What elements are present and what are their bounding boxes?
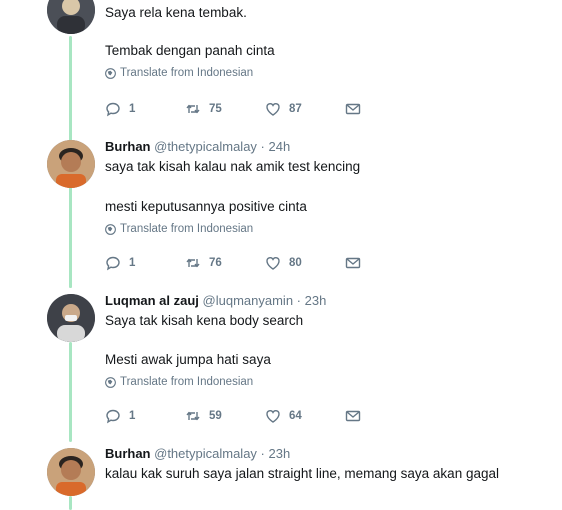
timestamp[interactable]: 23h: [269, 446, 291, 461]
like-count: 64: [289, 410, 302, 422]
timestamp[interactable]: 24h: [269, 139, 291, 154]
thread-line: [69, 342, 72, 442]
user-handle[interactable]: @thetypicalmalay: [154, 139, 257, 154]
tweet-actions: 1 59 64: [105, 408, 361, 424]
heart-icon: [266, 257, 280, 270]
avatar[interactable]: [47, 0, 95, 34]
thread-line: [69, 496, 72, 510]
separator: ·: [296, 293, 302, 308]
envelope-icon: [345, 257, 361, 269]
envelope-icon: [345, 410, 361, 422]
avatar[interactable]: [47, 294, 95, 342]
tweet: Luqman al zauj @luqmanyamin · 23h Saya t…: [105, 293, 552, 388]
reply-icon: [106, 102, 120, 117]
tweet-text: Mesti awak jumpa hati saya: [105, 352, 271, 367]
like-count: 87: [289, 103, 302, 115]
tweet: Burhan @thetypicalmalay · 23h kalau kak …: [105, 446, 552, 483]
direct-message-button[interactable]: [345, 255, 361, 271]
like-button[interactable]: 80: [265, 255, 345, 271]
tweet-header: Luqman al zauj @luqmanyamin · 23h: [105, 293, 552, 309]
retweet-icon: [186, 411, 200, 421]
like-button[interactable]: 87: [265, 101, 345, 117]
reply-button[interactable]: 1: [105, 408, 185, 424]
tweet-text: Tembak dengan panah cinta: [105, 43, 275, 58]
heart-icon: [266, 410, 280, 423]
retweet-icon: [186, 258, 200, 268]
retweet-button[interactable]: 76: [185, 255, 265, 271]
tweet-text: Saya rela kena tembak.: [105, 5, 247, 20]
tweet-header: Burhan @thetypicalmalay · 23h: [105, 446, 552, 462]
heart-icon: [266, 103, 280, 116]
retweet-count: 76: [209, 257, 222, 269]
retweet-count: 75: [209, 103, 222, 115]
translate-label: Translate from Indonesian: [120, 376, 254, 388]
translate-link[interactable]: Translate from Indonesian: [105, 67, 552, 79]
tweet-actions: 1 75 87: [105, 101, 361, 117]
reply-count: 1: [129, 257, 136, 269]
reply-count: 1: [129, 103, 136, 115]
avatar[interactable]: [47, 448, 95, 496]
reply-icon: [106, 409, 120, 424]
tweet-header: Burhan @thetypicalmalay · 24h: [105, 139, 552, 155]
like-button[interactable]: 64: [265, 408, 345, 424]
separator: ·: [260, 446, 265, 461]
translate-label: Translate from Indonesian: [120, 67, 254, 79]
timestamp[interactable]: 23h: [305, 293, 327, 308]
translate-link[interactable]: Translate from Indonesian: [105, 376, 552, 388]
reply-icon: [106, 256, 120, 271]
tweet-actions: 1 76 80: [105, 255, 361, 271]
separator: ·: [260, 139, 265, 154]
display-name[interactable]: Burhan: [105, 446, 151, 461]
reply-count: 1: [129, 410, 136, 422]
direct-message-button[interactable]: [345, 408, 361, 424]
avatar[interactable]: [47, 140, 95, 188]
retweet-button[interactable]: 59: [185, 408, 265, 424]
tweet-text: saya tak kisah kalau nak amik test kenci…: [105, 159, 361, 174]
reply-button[interactable]: 1: [105, 101, 185, 117]
translate-link[interactable]: Translate from Indonesian: [105, 223, 552, 235]
retweet-button[interactable]: 75: [185, 101, 265, 117]
user-handle[interactable]: @luqmanyamin: [203, 293, 294, 308]
tweet-text: mesti keputusannya positive cinta: [105, 199, 307, 214]
tweet-text: Saya tak kisah kena body search: [105, 313, 304, 328]
envelope-icon: [345, 103, 361, 115]
retweet-icon: [186, 104, 200, 114]
display-name[interactable]: Luqman al zauj: [105, 293, 199, 308]
reply-button[interactable]: 1: [105, 255, 185, 271]
like-count: 80: [289, 257, 302, 269]
tweet-text: kalau kak suruh saya jalan straight line…: [105, 466, 499, 481]
display-name[interactable]: Burhan: [105, 139, 151, 154]
direct-message-button[interactable]: [345, 101, 361, 117]
globe-icon: [105, 67, 116, 79]
globe-icon: [105, 223, 116, 235]
translate-label: Translate from Indonesian: [120, 223, 254, 235]
globe-icon: [105, 376, 116, 388]
tweet: Burhan @thetypicalmalay · 24h saya tak k…: [105, 139, 552, 235]
tweet: Saya rela kena tembak. Tembak dengan pan…: [105, 4, 552, 79]
user-handle[interactable]: @thetypicalmalay: [154, 446, 257, 461]
thread-line: [69, 190, 72, 288]
retweet-count: 59: [209, 410, 222, 422]
